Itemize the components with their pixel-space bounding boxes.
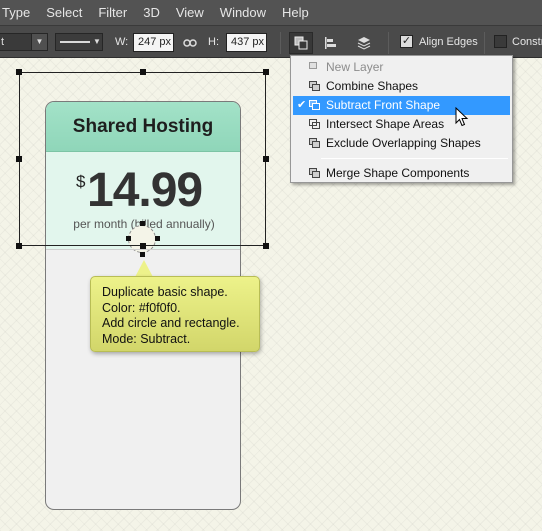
menu-type[interactable]: Type: [0, 0, 38, 25]
path-arrangement-icon[interactable]: [352, 32, 376, 54]
menu-item-subtract-front-shape[interactable]: ✔ Subtract Front Shape: [293, 96, 510, 115]
transform-handle-top-left[interactable]: [16, 69, 22, 75]
toolbar-divider: [388, 32, 389, 54]
subtract-front-shape-icon: [309, 100, 321, 111]
menu-item-label: Merge Shape Components: [326, 166, 470, 180]
transform-handle-left[interactable]: [16, 156, 22, 162]
tooltip-line: Duplicate basic shape.: [102, 285, 228, 299]
transform-handle-top[interactable]: [140, 69, 146, 75]
intersect-shape-areas-icon: [309, 119, 321, 130]
chevron-down-icon: ▼: [31, 34, 47, 50]
transform-bounding-box[interactable]: [16, 69, 269, 249]
circle-handle-left[interactable]: [126, 236, 131, 241]
height-label: H:: [208, 36, 219, 48]
transform-handle-right[interactable]: [263, 156, 269, 162]
menu-item-new-layer[interactable]: New Layer: [291, 58, 512, 77]
menu-item-exclude-overlapping-shapes[interactable]: Exclude Overlapping Shapes: [291, 134, 512, 153]
chevron-down-icon: ▼: [93, 37, 101, 46]
path-mode-dropdown[interactable]: t ▼: [0, 33, 48, 51]
mouse-cursor-icon: [455, 107, 469, 127]
stroke-line-preview: [60, 41, 90, 43]
width-field[interactable]: 247 px: [133, 33, 174, 52]
link-icon[interactable]: [180, 32, 200, 54]
options-bar: t ▼ ▼ W: 247 px H: 437 px ✓ Align Edges …: [0, 25, 542, 58]
menu-bar: Type Select Filter 3D View Window Help: [0, 0, 542, 25]
menu-item-label: Combine Shapes: [326, 79, 419, 93]
transform-handle-top-right[interactable]: [263, 69, 269, 75]
menu-select[interactable]: Select: [38, 0, 90, 25]
combine-shapes-icon: [309, 81, 321, 92]
menu-window[interactable]: Window: [212, 0, 274, 25]
menu-view[interactable]: View: [168, 0, 212, 25]
transform-handle-bottom-right[interactable]: [263, 243, 269, 249]
menu-help[interactable]: Help: [274, 0, 317, 25]
exclude-overlapping-shapes-icon: [309, 138, 321, 149]
circle-handle-bottom[interactable]: [140, 252, 145, 257]
menu-item-combine-shapes[interactable]: Combine Shapes: [291, 77, 512, 96]
align-edges-label: Align Edges: [419, 36, 478, 48]
transform-handle-bottom[interactable]: [140, 243, 146, 249]
menu-item-label: Subtract Front Shape: [326, 98, 441, 112]
path-alignment-icon[interactable]: [319, 32, 343, 54]
instruction-tooltip: Duplicate basic shape. Color: #f0f0f0. A…: [90, 276, 260, 352]
tooltip-line: Mode: Subtract.: [102, 331, 191, 346]
menu-3d[interactable]: 3D: [135, 0, 168, 25]
new-layer-icon: [309, 62, 321, 73]
stroke-type-dropdown[interactable]: ▼: [55, 33, 103, 51]
menu-item-intersect-shape-areas[interactable]: Intersect Shape Areas: [291, 115, 512, 134]
constrain-checkbox[interactable]: [494, 35, 507, 48]
circle-handle-top[interactable]: [140, 221, 145, 226]
toolbar-divider: [484, 32, 485, 54]
circle-handle-right[interactable]: [155, 236, 160, 241]
menu-filter[interactable]: Filter: [90, 0, 135, 25]
menu-item-label: Exclude Overlapping Shapes: [326, 136, 481, 150]
tooltip-line: Color: #f0f0f0.: [102, 300, 181, 315]
menu-divider: [321, 158, 508, 159]
tooltip-line: Add circle and rectangle.: [102, 316, 240, 330]
checkmark-icon: ✔: [297, 99, 307, 111]
tooltip-pointer: [135, 260, 153, 277]
width-label: W:: [115, 36, 129, 48]
menu-item-label: New Layer: [326, 60, 384, 74]
align-edges-checkbox[interactable]: ✓: [400, 35, 413, 48]
path-operations-menu: New Layer Combine Shapes ✔ Subtract Fron…: [290, 55, 513, 183]
menu-item-merge-shape-components[interactable]: Merge Shape Components: [291, 164, 512, 183]
merge-shape-components-icon: [309, 168, 321, 179]
path-operations-icon[interactable]: [289, 32, 313, 54]
constrain-label: Constra: [512, 36, 542, 48]
toolbar-divider: [280, 32, 281, 54]
height-field[interactable]: 437 px: [226, 33, 267, 52]
menu-item-label: Intersect Shape Areas: [326, 117, 445, 131]
transform-handle-bottom-left[interactable]: [16, 243, 22, 249]
path-mode-value: t: [1, 36, 5, 48]
